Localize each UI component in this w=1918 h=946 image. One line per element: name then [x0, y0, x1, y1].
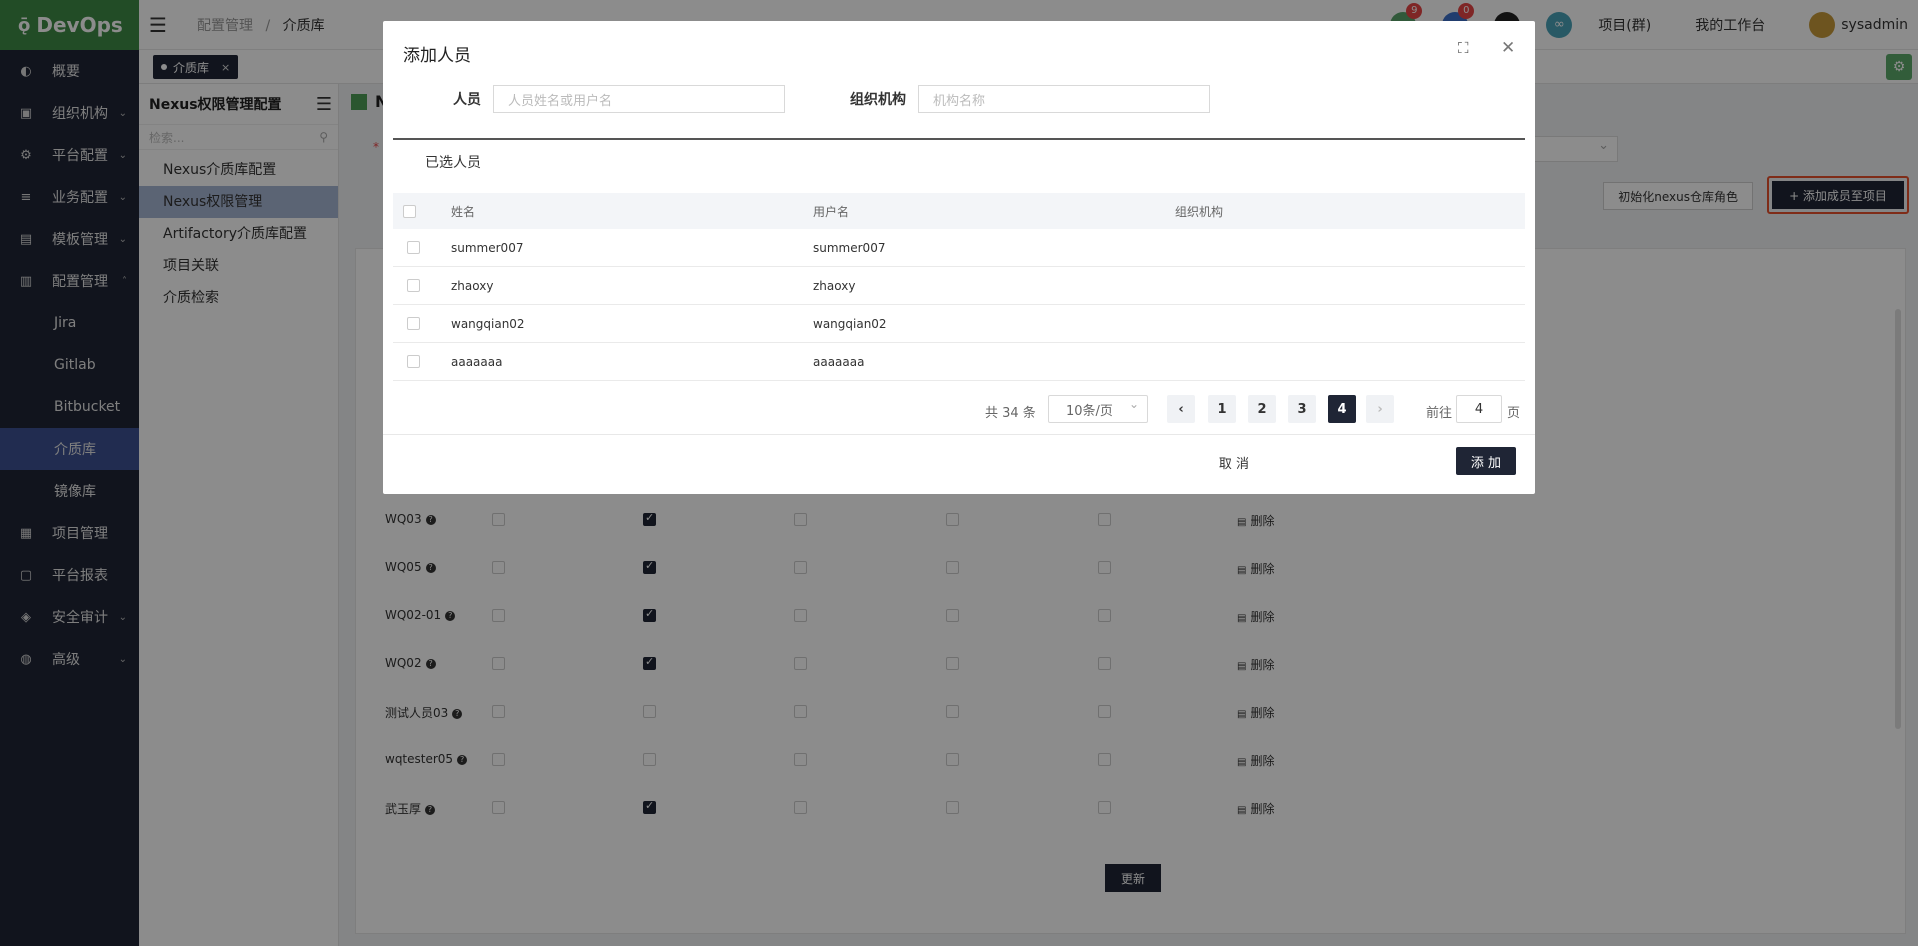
cell-name: wangqian02	[451, 316, 525, 331]
section-divider	[393, 138, 1525, 140]
dialog-title: 添加人员	[403, 46, 471, 66]
table-row: aaaaaaa aaaaaaa	[393, 343, 1525, 381]
selected-people-title: 已选人员	[425, 155, 481, 171]
org-label: 组织机构	[850, 92, 906, 108]
cell-name: summer007	[451, 240, 524, 255]
cell-username: wangqian02	[813, 316, 887, 331]
page-2-button[interactable]: 2	[1248, 395, 1276, 423]
row-checkbox[interactable]	[407, 241, 420, 254]
cell-username: zhaoxy	[813, 278, 856, 293]
cell-username: summer007	[813, 240, 886, 255]
row-checkbox-cell	[407, 267, 420, 304]
cell-name: aaaaaaa	[451, 354, 503, 369]
cell-name: zhaoxy	[451, 278, 494, 293]
col-username: 用户名	[813, 204, 850, 219]
table-header: 姓名 用户名 组织机构	[393, 193, 1525, 229]
table-row: zhaoxy zhaoxy	[393, 267, 1525, 305]
page-3-button[interactable]: 3	[1288, 395, 1316, 423]
footer-divider	[383, 434, 1535, 435]
row-checkbox-cell	[407, 229, 420, 266]
person-placeholder: 人员姓名或用户名	[508, 93, 613, 109]
table-row: summer007 summer007	[393, 229, 1525, 267]
row-checkbox[interactable]	[407, 355, 420, 368]
row-checkbox[interactable]	[407, 317, 420, 330]
people-table: 姓名 用户名 组织机构 summer007 summer007 zhaoxy zhao…	[393, 193, 1525, 381]
col-name: 姓名	[451, 204, 476, 219]
prev-page-button[interactable]: ‹	[1167, 395, 1195, 423]
page-4-button[interactable]: 4	[1328, 395, 1356, 423]
pagination-total: 共 34 条	[985, 406, 1036, 421]
cancel-button[interactable]: 取 消	[1209, 448, 1259, 476]
next-page-button[interactable]: ›	[1366, 395, 1394, 423]
select-all-checkbox[interactable]	[403, 204, 416, 218]
org-placeholder: 机构名称	[933, 93, 986, 109]
row-checkbox[interactable]	[407, 279, 420, 292]
col-org: 组织机构	[1175, 204, 1224, 219]
row-checkbox-cell	[407, 305, 420, 342]
add-button[interactable]: 添 加	[1456, 447, 1516, 475]
goto-page-input[interactable]: 4	[1456, 395, 1502, 423]
person-label: 人员	[453, 92, 481, 108]
org-search-input[interactable]: 机构名称	[918, 85, 1210, 113]
page-size-select[interactable]: 10条/页	[1048, 395, 1148, 423]
person-search-input[interactable]: 人员姓名或用户名	[493, 85, 785, 113]
close-icon[interactable]: ✕	[1501, 38, 1515, 58]
select-all-checkbox-cell	[403, 193, 416, 229]
row-checkbox-cell	[407, 343, 420, 380]
maximize-icon[interactable]: ⛶	[1458, 39, 1469, 57]
page-suffix: 页	[1507, 406, 1521, 421]
table-row: wangqian02 wangqian02	[393, 305, 1525, 343]
goto-label: 前往	[1426, 406, 1453, 421]
cell-username: aaaaaaa	[813, 354, 865, 369]
add-person-dialog: 添加人员 ⛶ ✕ 人员 人员姓名或用户名 组织机构 机构名称 已选人员 姓名 用…	[383, 21, 1535, 494]
page-1-button[interactable]: 1	[1208, 395, 1236, 423]
pagination: 共 34 条 10条/页 ‹ 1234 › 前往 4 页	[383, 395, 1535, 425]
